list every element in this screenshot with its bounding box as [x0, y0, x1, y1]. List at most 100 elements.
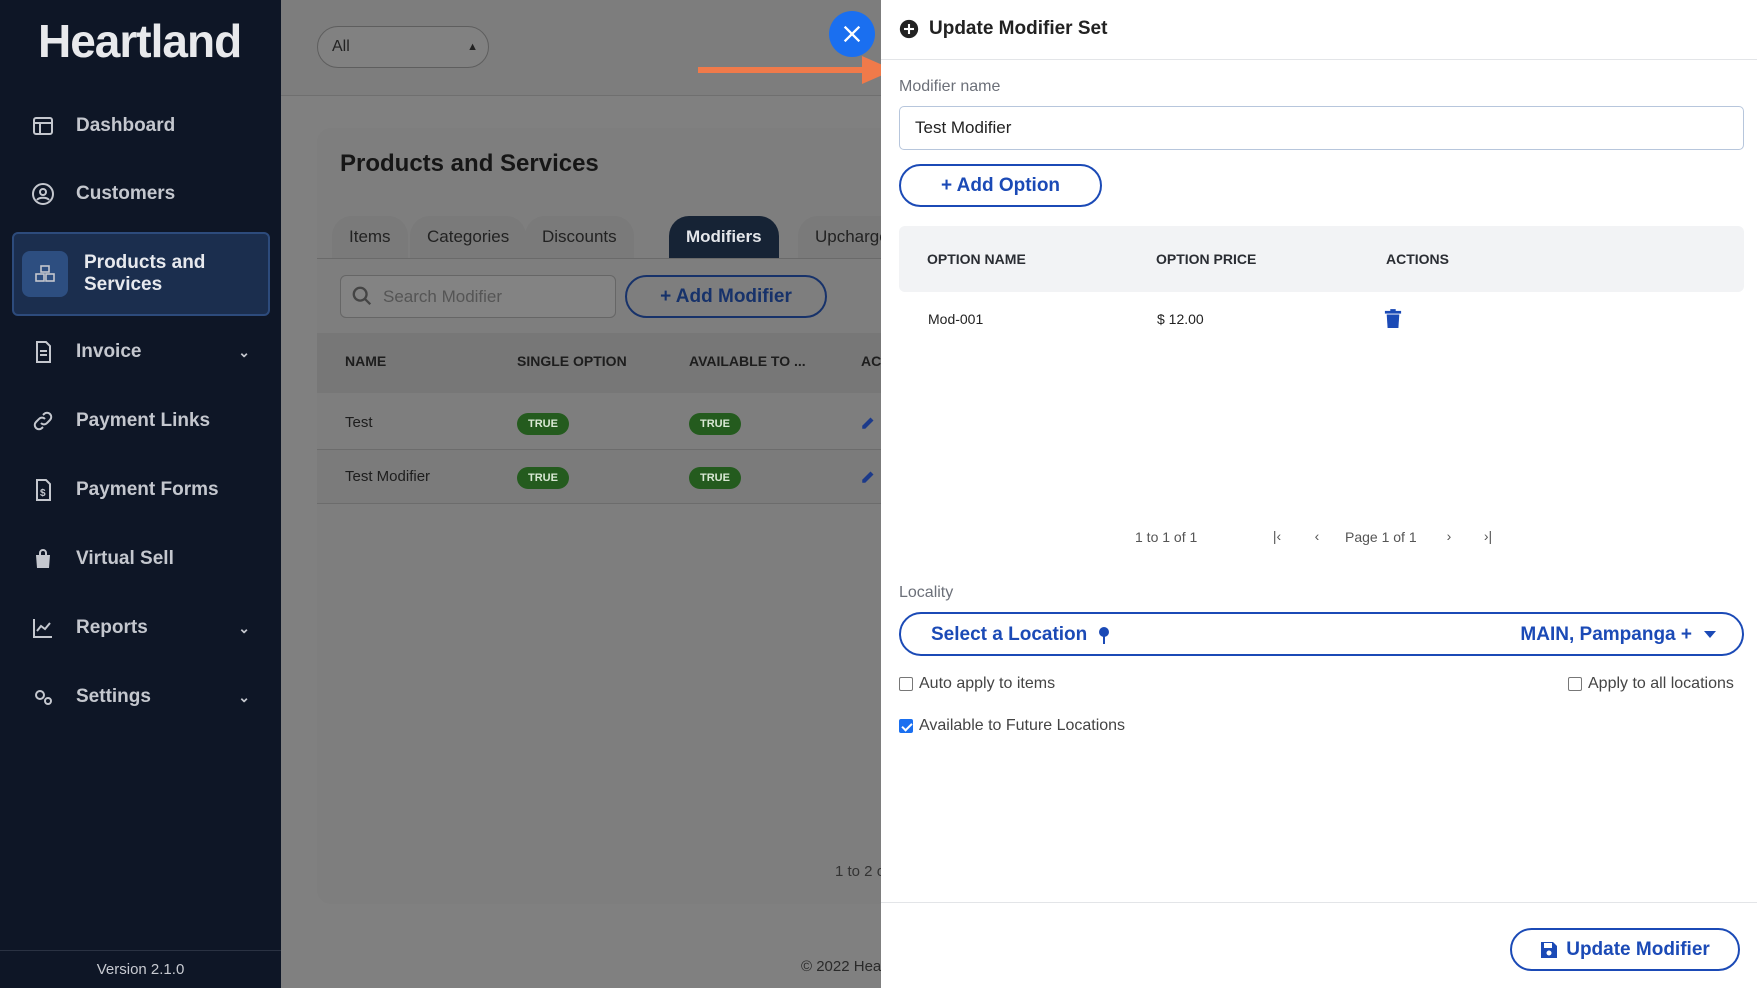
location-select[interactable]: Select a Location MAIN, Pampanga +: [899, 612, 1744, 656]
sidebar-item-customers[interactable]: Customers: [12, 164, 270, 224]
sidebar-item-payment-links[interactable]: Payment Links: [12, 391, 270, 451]
sidebar-item-settings[interactable]: Settings ⌄: [12, 667, 270, 727]
trash-icon[interactable]: [1384, 309, 1402, 329]
location-placeholder: Select a Location: [931, 624, 1088, 645]
future-locations-label: Available to Future Locations: [919, 717, 1126, 734]
first-page-icon[interactable]: |‹: [1268, 528, 1286, 546]
tab-items[interactable]: Items: [332, 216, 408, 258]
apply-all-locations-label: Apply to all locations: [1588, 675, 1734, 692]
row-name: Test Modifier: [345, 468, 431, 485]
future-locations-checkbox[interactable]: [899, 719, 913, 733]
tab-divider: [317, 258, 917, 259]
location-selected-value: MAIN, Pampanga +: [1520, 624, 1692, 645]
link-icon: [30, 408, 56, 434]
column-header-single-option: SINGLE OPTION: [517, 353, 627, 369]
app-version: Version 2.1.0: [0, 950, 281, 988]
apply-all-locations-checkbox[interactable]: [1568, 677, 1582, 691]
available-badge: TRUE: [689, 413, 741, 435]
auto-apply-checkbox[interactable]: [899, 677, 913, 691]
gears-icon: [30, 684, 56, 710]
chevron-down-icon: ⌄: [238, 620, 250, 636]
filter-select[interactable]: All ▲: [317, 26, 489, 68]
heartland-logo: Heartland: [38, 15, 242, 67]
prev-page-icon[interactable]: ‹: [1308, 528, 1326, 546]
chevron-down-icon: ⌄: [238, 344, 250, 360]
copyright: © 2022 Hea: [801, 958, 882, 975]
page-title: Products and Services: [340, 150, 599, 177]
auto-apply-checkbox-row[interactable]: Auto apply to items: [899, 675, 1055, 693]
close-icon: [843, 25, 861, 43]
sidebar-item-payment-forms[interactable]: $ Payment Forms: [12, 460, 270, 520]
add-modifier-label: Add Modifier: [675, 286, 792, 307]
caret-down-icon: [1704, 631, 1716, 638]
close-drawer-button[interactable]: [829, 11, 875, 57]
sidebar-item-virtual-sell[interactable]: Virtual Sell: [12, 529, 270, 589]
sidebar: Heartland Dashboard Customers Products a…: [0, 0, 281, 988]
last-page-icon[interactable]: ›|: [1479, 528, 1497, 546]
edit-pencil-icon[interactable]: [860, 467, 878, 485]
edit-pencil-icon[interactable]: [860, 413, 878, 431]
sidebar-item-label: Settings: [76, 686, 151, 707]
products-card: Products and Services Items Categories D…: [317, 128, 917, 904]
chevron-down-icon: ⌄: [238, 689, 250, 705]
select-arrows-icon: ▲: [467, 41, 478, 53]
column-header-name: NAME: [345, 353, 387, 369]
file-icon: [30, 339, 56, 365]
sidebar-item-label: Payment Links: [76, 410, 211, 431]
plus-icon: +: [660, 286, 676, 307]
table-row[interactable]: Test Modifier TRUE TRUE: [317, 450, 917, 504]
sidebar-item-label: Products and Services: [84, 252, 206, 295]
table-pager: 1 to 2 o: [835, 863, 886, 880]
sidebar-item-label: Dashboard: [76, 115, 176, 136]
search-placeholder: Search Modifier: [383, 287, 503, 306]
save-icon: [1541, 941, 1558, 958]
plus-circle-icon: [899, 19, 919, 39]
add-modifier-button[interactable]: + Add Modifier: [625, 275, 827, 318]
column-header-actions: AC: [861, 353, 882, 369]
chart-line-icon: [30, 615, 56, 641]
auto-apply-label: Auto apply to items: [919, 675, 1056, 692]
options-pager-page: Page 1 of 1: [1345, 529, 1417, 545]
boxes-icon: [22, 251, 68, 297]
modifier-name-input[interactable]: [899, 106, 1744, 150]
next-page-icon[interactable]: ›: [1440, 528, 1458, 546]
sidebar-item-invoice[interactable]: Invoice ⌄: [12, 322, 270, 382]
update-modifier-button[interactable]: Update Modifier: [1510, 928, 1740, 971]
search-modifier-input[interactable]: Search Modifier: [340, 275, 616, 318]
tab-categories[interactable]: Categories: [410, 216, 527, 258]
sidebar-item-label: Invoice: [76, 341, 142, 362]
drawer-title: Update Modifier Set: [929, 18, 1108, 39]
shopping-bag-icon: [30, 546, 56, 572]
sidebar-item-products-and-services[interactable]: Products and Services: [12, 232, 270, 316]
sidebar-item-dashboard[interactable]: Dashboard: [12, 96, 270, 156]
tab-discounts[interactable]: Discounts: [525, 216, 634, 258]
file-dollar-icon: $: [30, 477, 56, 503]
filter-select-value: All: [332, 38, 350, 55]
sidebar-item-label: Virtual Sell: [76, 548, 174, 569]
sidebar-item-reports[interactable]: Reports ⌄: [12, 598, 270, 658]
sidebar-item-label: Reports: [76, 617, 148, 638]
option-price-cell: $ 12.00: [1157, 311, 1204, 327]
sidebar-item-label: Payment Forms: [76, 479, 219, 500]
update-modifier-label: Update Modifier: [1566, 938, 1710, 960]
update-modifier-drawer: Update Modifier Set Modifier name + Add …: [881, 0, 1757, 988]
row-name: Test: [345, 414, 373, 431]
option-name-cell: Mod-001: [928, 311, 984, 327]
column-header-actions: ACTIONS: [1386, 251, 1449, 267]
available-badge: TRUE: [689, 467, 741, 489]
single-option-badge: TRUE: [517, 467, 569, 489]
user-circle-icon: [30, 181, 56, 207]
add-option-button[interactable]: + Add Option: [899, 164, 1102, 207]
column-header-option-name: OPTION NAME: [927, 251, 1026, 267]
table-row[interactable]: Test TRUE TRUE: [317, 396, 917, 450]
dashboard-icon: [30, 113, 56, 139]
modifier-name-label: Modifier name: [899, 78, 1001, 95]
drawer-footer: Update Modifier: [881, 902, 1757, 988]
sidebar-item-label: Customers: [76, 183, 176, 204]
tab-modifiers[interactable]: Modifiers: [669, 216, 779, 258]
single-option-badge: TRUE: [517, 413, 569, 435]
apply-all-locations-checkbox-row[interactable]: Apply to all locations: [1568, 675, 1734, 693]
locality-label: Locality: [899, 584, 954, 601]
future-locations-checkbox-row[interactable]: Available to Future Locations: [899, 717, 1125, 735]
column-header-option-price: OPTION PRICE: [1156, 251, 1257, 267]
